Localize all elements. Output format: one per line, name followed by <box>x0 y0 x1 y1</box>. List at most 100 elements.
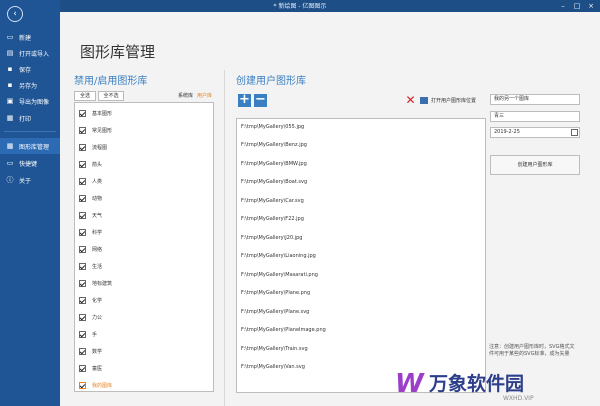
file-list: F:\tmp\MyGallery\055.jpg F:\tmp\MyGaller… <box>236 118 486 393</box>
tab-user-library[interactable]: 用户库 <box>197 92 212 99</box>
library-checkbox-row[interactable]: 化学 <box>79 295 102 305</box>
file-item[interactable]: F:\tmp\MyGallery\Van.svg <box>241 364 305 373</box>
library-checkbox-row[interactable]: 动物 <box>79 193 102 203</box>
vertical-divider <box>224 70 225 406</box>
sidebar-item-print[interactable]: ▦ 打印 <box>0 110 60 126</box>
file-item[interactable]: F:\tmp\MyGallery\J20.jpg <box>241 235 302 244</box>
library-checkbox-row[interactable]: 科学 <box>79 227 102 237</box>
file-item[interactable]: F:\tmp\MyGallery\Car.svg <box>241 198 304 207</box>
library-label: 手 <box>92 331 98 338</box>
checkbox[interactable] <box>79 381 86 389</box>
checkbox[interactable] <box>79 262 86 270</box>
library-checkbox-row[interactable]: 童医 <box>79 363 102 373</box>
info-icon: ⓘ <box>6 176 14 184</box>
sidebar-item-label: 快捷键 <box>19 160 38 168</box>
sidebar-item-save-as[interactable]: ▪ 另存为 <box>0 77 60 93</box>
library-icon: ▦ <box>6 142 14 150</box>
library-label: 科学 <box>92 229 103 236</box>
library-label: 基本图形 <box>92 110 113 117</box>
library-checkbox-row-user[interactable]: 我的图库 <box>79 380 112 390</box>
checkbox[interactable] <box>79 296 86 304</box>
remove-minus-icon[interactable]: − <box>254 93 267 107</box>
library-label: 力公 <box>92 314 103 321</box>
library-checkbox-row[interactable]: 流程图 <box>79 142 107 152</box>
minimize-icon[interactable]: – <box>556 0 570 12</box>
new-file-icon: ▭ <box>6 33 14 41</box>
sidebar: ‹ ▭ 新建 ▤ 打开或导入 ▪ 保存 ▪ 另存为 ▣ 导出为图像 ▦ 打印 ▦… <box>0 0 60 406</box>
file-item[interactable]: F:\tmp\MyGallery\BMW.jpg <box>241 161 307 170</box>
library-checkbox-row[interactable]: 网络 <box>79 244 102 254</box>
library-name-field[interactable]: 我的另一个图库 <box>490 94 580 105</box>
back-arrow-icon[interactable]: ‹ <box>7 6 23 22</box>
section-title-enable-libraries: 禁用/启用图形库 <box>74 76 148 87</box>
checkbox[interactable] <box>79 279 86 287</box>
library-checkbox-row[interactable]: 基本图形 <box>79 108 112 118</box>
select-all-button[interactable]: 全选 <box>74 91 96 101</box>
maximize-icon[interactable]: □ <box>570 0 584 12</box>
file-item[interactable]: F:\tmp\MyGallery\Masarati.png <box>241 272 318 281</box>
close-icon[interactable]: × <box>584 0 598 12</box>
date-field[interactable]: 2019-2-25 <box>490 127 580 138</box>
file-item[interactable]: F:\tmp\MyGallery\Train.svg <box>241 346 308 355</box>
sidebar-item-open[interactable]: ▤ 打开或导入 <box>0 45 60 61</box>
checkbox[interactable] <box>79 364 86 372</box>
checkbox[interactable] <box>79 177 86 185</box>
select-none-button[interactable]: 全不选 <box>98 91 124 101</box>
checkbox[interactable] <box>79 245 86 253</box>
checkbox[interactable] <box>79 228 86 236</box>
watermark: W 万象软件园 WXHD.VIP <box>395 367 595 403</box>
checkbox[interactable] <box>79 211 86 219</box>
checkbox[interactable] <box>79 109 86 117</box>
delete-x-icon[interactable]: ✕ <box>404 94 417 107</box>
library-checkbox-row[interactable]: 天气 <box>79 210 102 220</box>
library-list: 基本图形 常见图形 流程图 箭头 人类 动物 天气 科学 网络 生活 地标建筑 … <box>74 102 214 392</box>
sidebar-item-library[interactable]: ▦ 图形库管理 <box>0 138 60 154</box>
library-label: 我的图库 <box>92 382 113 389</box>
library-label: 箭头 <box>92 161 103 168</box>
library-checkbox-row[interactable]: 手 <box>79 329 97 339</box>
sidebar-item-save[interactable]: ▪ 保存 <box>0 61 60 77</box>
sidebar-item-new[interactable]: ▭ 新建 <box>0 29 60 45</box>
file-item[interactable]: F:\tmp\MyGallery\F22.jpg <box>241 216 304 225</box>
file-item[interactable]: F:\tmp\MyGallery\Liaoning.jpg <box>241 253 316 262</box>
library-checkbox-row[interactable]: 常见图形 <box>79 125 112 135</box>
add-plus-icon[interactable]: + <box>238 93 251 107</box>
sidebar-item-about[interactable]: ⓘ 关于 <box>0 172 60 188</box>
checkbox[interactable] <box>79 194 86 202</box>
checkbox[interactable] <box>79 330 86 338</box>
library-checkbox-row[interactable]: 数学 <box>79 346 102 356</box>
date-value: 2019-2-25 <box>494 129 520 135</box>
library-label: 地标建筑 <box>92 280 113 287</box>
checkbox[interactable] <box>79 126 86 134</box>
sidebar-item-shortcuts[interactable]: ▭ 快捷键 <box>0 155 60 171</box>
sidebar-item-label: 打印 <box>19 115 32 123</box>
open-library-location-button[interactable]: 打开用户图形库位置 <box>420 94 476 107</box>
checkbox[interactable] <box>79 160 86 168</box>
checkbox[interactable] <box>79 347 86 355</box>
sidebar-item-export[interactable]: ▣ 导出为图像 <box>0 93 60 109</box>
library-checkbox-row[interactable]: 箭头 <box>79 159 102 169</box>
keyboard-icon: ▭ <box>6 159 14 167</box>
library-checkbox-row[interactable]: 力公 <box>79 312 102 322</box>
calendar-icon[interactable] <box>571 129 578 136</box>
file-item[interactable]: F:\tmp\MyGallery\PlaneImage.png <box>241 327 326 336</box>
file-item[interactable]: F:\tmp\MyGallery\055.jpg <box>241 124 304 133</box>
create-user-library-button[interactable]: 创建用户图形库 <box>490 155 580 175</box>
checkbox[interactable] <box>79 143 86 151</box>
tab-system-library[interactable]: 系统库 <box>178 92 193 99</box>
main-panel: 图形库管理 禁用/启用图形库 创建用户图形库 全选 全不选 系统库 用户库 基本… <box>60 12 600 406</box>
file-item[interactable]: F:\tmp\MyGallery\Plane.svg <box>241 309 309 318</box>
file-item[interactable]: F:\tmp\MyGallery\Benz.jpg <box>241 142 307 151</box>
library-checkbox-row[interactable]: 地标建筑 <box>79 278 112 288</box>
file-item[interactable]: F:\tmp\MyGallery\Boat.svg <box>241 179 307 188</box>
page-title: 图形库管理 <box>80 43 156 61</box>
file-item[interactable]: F:\tmp\MyGallery\Plane.png <box>241 290 310 299</box>
checkbox[interactable] <box>79 313 86 321</box>
library-checkbox-row[interactable]: 人类 <box>79 176 102 186</box>
save-as-icon: ▪ <box>7 81 13 89</box>
sidebar-item-label: 图形库管理 <box>19 143 50 151</box>
author-field[interactable]: 青三 <box>490 111 580 122</box>
library-checkbox-row[interactable]: 生活 <box>79 261 102 271</box>
watermark-logo-icon: W <box>395 369 424 399</box>
export-image-icon: ▣ <box>6 97 14 105</box>
